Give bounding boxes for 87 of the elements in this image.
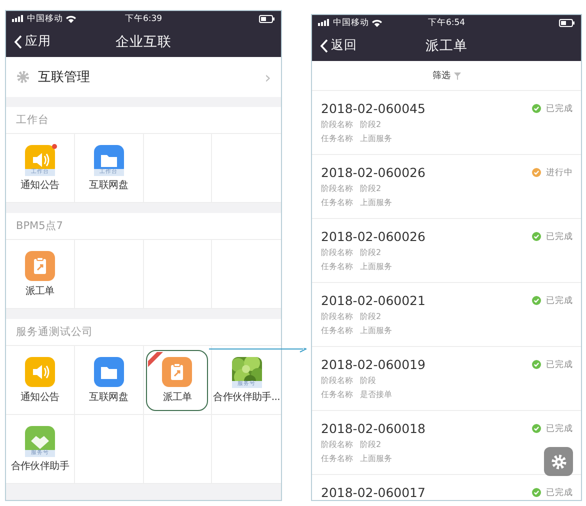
order-status: 已完成 [546, 358, 573, 370]
order-number: 2018-02-060017 [321, 485, 426, 500]
gear-icon [16, 70, 30, 84]
settings-button[interactable] [544, 447, 573, 476]
order-number: 2018-02-060026 [321, 229, 426, 244]
app-tile[interactable]: 互联网盘 [84, 350, 134, 410]
wifi-icon [372, 18, 382, 26]
order-item[interactable]: 2018-02-060021 已完成 阶段名称 阶段2 任务名称 上面服务 [312, 283, 581, 347]
field-label: 任务名称 [321, 453, 353, 464]
field-value: 上面服务 [360, 325, 392, 336]
field-value: 阶段2 [360, 183, 382, 194]
settings-icon [550, 454, 566, 470]
battery-icon [259, 14, 275, 22]
back-button[interactable]: 返回 [320, 37, 357, 54]
app-label: 派工单 [25, 284, 54, 298]
field-value: 阶段2 [360, 119, 382, 130]
app-tile[interactable]: 派工单 [20, 244, 60, 304]
order-status: 已完成 [546, 230, 573, 242]
app-label: 通知公告 [20, 178, 60, 192]
app-label: 互联网盘 [89, 178, 128, 192]
clipboard-icon [24, 250, 55, 280]
filter-icon [454, 72, 460, 80]
field-value: 上面服务 [360, 133, 392, 144]
order-status: 已完成 [546, 422, 573, 434]
back-button[interactable]: 应用 [14, 33, 51, 50]
signal-icon [318, 19, 330, 26]
field-value: 是否接单 [360, 389, 392, 400]
field-label: 阶段名称 [321, 183, 353, 194]
app-label: 派工单 [162, 390, 192, 404]
field-value: 上面服务 [360, 261, 392, 272]
order-item[interactable]: 2018-02-060019 已完成 阶段名称 阶段 任务名称 是否接单 [312, 347, 581, 411]
signal-icon [12, 15, 24, 22]
order-number: 2018-02-060018 [321, 421, 426, 436]
ribbon-icon [148, 352, 164, 368]
order-number: 2018-02-060021 [321, 293, 426, 308]
order-number: 2018-02-060026 [321, 165, 426, 180]
field-label: 阶段名称 [321, 439, 353, 450]
order-item[interactable]: 2018-02-060045 已完成 阶段名称 阶段2 任务名称 上面服务 [312, 91, 581, 155]
carrier-name: 中国移动 [27, 12, 63, 24]
order-number: 2018-02-060045 [321, 101, 426, 116]
field-label: 阶段名称 [321, 311, 353, 322]
field-label: 阶段名称 [321, 119, 353, 130]
field-value: 阶段2 [360, 247, 382, 258]
screen-title: 企业互联 [116, 32, 172, 50]
field-label: 任务名称 [321, 261, 353, 272]
status-time: 下午6:54 [428, 16, 466, 28]
app-tile[interactable]: 通知公告 [15, 350, 64, 410]
field-value: 上面服务 [360, 453, 392, 464]
field-label: 任务名称 [321, 389, 353, 400]
order-status: 进行中 [546, 166, 573, 178]
field-value: 阶段 [360, 375, 376, 386]
app-label: 互联网盘 [89, 390, 128, 404]
app-label: 合作伙伴助手 [10, 460, 69, 472]
wifi-icon [66, 14, 76, 22]
app-label: 通知公告 [20, 390, 60, 404]
field-label: 阶段名称 [321, 247, 353, 258]
section-title: 工作台 [6, 107, 281, 134]
order-status: 已完成 [546, 486, 573, 498]
section-title: 服务通测试公司 [6, 319, 281, 346]
carrier-name: 中国移动 [333, 16, 369, 28]
field-label: 阶段名称 [321, 375, 353, 386]
manage-label: 互联管理 [38, 69, 90, 86]
order-item[interactable]: 2018-02-060026 已完成 阶段名称 阶段2 任务名称 上面服务 [312, 219, 581, 283]
back-icon [14, 34, 22, 48]
manage-row[interactable]: 互联管理 › [6, 57, 281, 97]
screen-title: 派工单 [426, 36, 468, 54]
battery-icon [559, 18, 575, 26]
field-label: 任务名称 [321, 133, 353, 144]
field-label: 任务名称 [321, 197, 353, 208]
order-item[interactable]: 2018-02-060026 进行中 阶段名称 阶段2 任务名称 上面服务 [312, 155, 581, 219]
status-time: 下午6:39 [124, 12, 162, 24]
speaker-icon [24, 356, 55, 386]
order-status: 已完成 [546, 102, 573, 114]
app-label: 合作伙伴助手... [213, 390, 280, 404]
clipboard-icon [162, 356, 192, 386]
field-value: 上面服务 [360, 197, 392, 208]
filter-button[interactable]: 筛选 [432, 69, 460, 82]
field-value: 阶段2 [360, 311, 382, 322]
field-value: 阶段2 [360, 439, 382, 450]
order-status: 已完成 [546, 294, 573, 306]
section-title: BPM5点7 [6, 213, 281, 240]
folder-icon [94, 356, 124, 386]
chevron-icon: › [264, 68, 271, 86]
field-label: 任务名称 [321, 325, 353, 336]
back-icon [320, 38, 328, 52]
order-number: 2018-02-060019 [321, 357, 426, 372]
app-tile[interactable]: 派工单 [146, 350, 208, 410]
